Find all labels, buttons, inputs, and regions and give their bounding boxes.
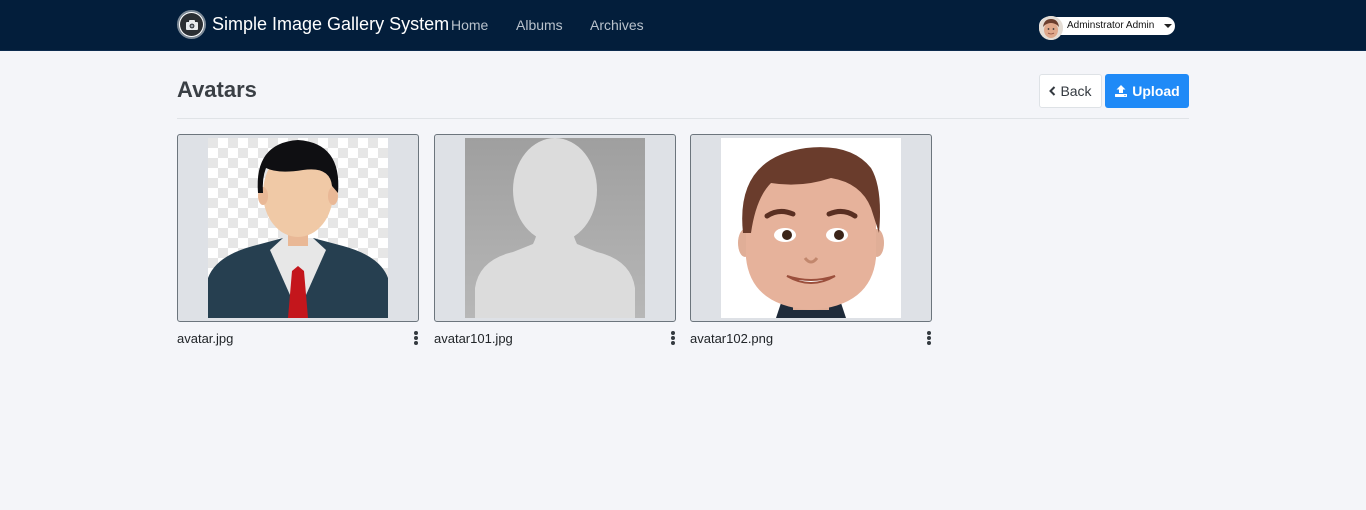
business-man-avatar-image xyxy=(208,138,388,318)
gallery-item-name: avatar.jpg xyxy=(177,331,234,346)
camera-icon xyxy=(177,10,206,39)
brand-title: Simple Image Gallery System xyxy=(212,14,450,34)
gallery-item-name: avatar101.jpg xyxy=(434,331,513,346)
upload-button-label: Upload xyxy=(1132,83,1180,99)
user-menu-toggle[interactable]: Adminstrator Admin xyxy=(1039,16,1175,40)
gallery-item[interactable] xyxy=(690,134,932,322)
page-title: Avatars xyxy=(177,77,257,102)
caret-down-icon xyxy=(1164,24,1172,28)
kebab-menu-icon[interactable] xyxy=(670,331,676,345)
gallery-item[interactable] xyxy=(177,134,419,322)
avatar xyxy=(1039,16,1063,40)
kebab-menu-icon[interactable] xyxy=(413,331,419,345)
back-button-label: Back xyxy=(1060,83,1092,99)
gallery-item[interactable] xyxy=(434,134,676,322)
nav-link-albums[interactable]: Albums xyxy=(516,17,563,33)
kebab-menu-icon[interactable] xyxy=(926,331,932,345)
brand[interactable]: Simple Image Gallery System xyxy=(177,10,449,39)
navbar: Simple Image Gallery System Home Albums … xyxy=(0,0,1366,51)
upload-icon xyxy=(1114,84,1128,98)
user-name: Adminstrator Admin xyxy=(1067,20,1155,31)
back-button[interactable]: Back xyxy=(1039,74,1102,108)
default-silhouette-avatar-image xyxy=(465,138,645,318)
nav-link-home[interactable]: Home xyxy=(451,17,488,33)
cartoon-face-avatar-image xyxy=(721,138,901,318)
header-divider xyxy=(177,118,1189,119)
chevron-left-icon xyxy=(1049,86,1056,96)
nav-link-archives[interactable]: Archives xyxy=(590,17,644,33)
gallery-item-name: avatar102.png xyxy=(690,331,774,346)
upload-button[interactable]: Upload xyxy=(1105,74,1189,108)
